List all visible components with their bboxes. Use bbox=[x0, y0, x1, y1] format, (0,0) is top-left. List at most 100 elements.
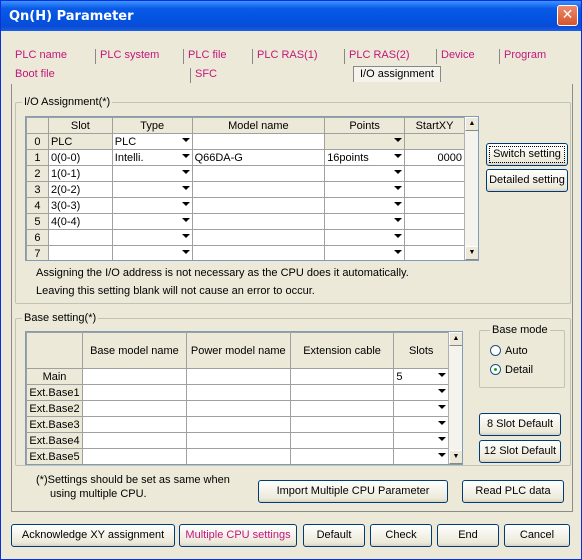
io-type-select[interactable]: PLC bbox=[111, 133, 193, 150]
table-row: Ext.Base2 bbox=[26, 400, 449, 417]
table-row: 0 PLC PLC bbox=[26, 133, 465, 150]
table-row: 7 bbox=[26, 245, 465, 260]
io-points-select[interactable] bbox=[324, 213, 406, 230]
multiple-cpu-settings-button[interactable]: Multiple CPU settings bbox=[179, 524, 297, 547]
io-col-slot: Slot bbox=[47, 117, 113, 134]
io-grid: Slot Type Model name Points StartXY 0 PL… bbox=[25, 116, 479, 261]
table-row: 5 4(0-4) bbox=[26, 213, 465, 230]
chevron-down-icon bbox=[394, 170, 403, 174]
chevron-down-icon bbox=[394, 234, 403, 238]
io-type-select[interactable] bbox=[111, 245, 193, 260]
parameter-window: Qn(H) Parameter ✕ PLC name PLC system PL… bbox=[0, 0, 582, 560]
io-points-select[interactable]: 16points bbox=[324, 149, 406, 166]
close-button[interactable]: ✕ bbox=[557, 5, 578, 26]
io-points-select[interactable] bbox=[324, 181, 406, 198]
chevron-down-icon bbox=[438, 437, 446, 441]
radio-on-icon bbox=[490, 364, 501, 375]
io-note-1: Assigning the I/O address is not necessa… bbox=[36, 267, 409, 279]
switch-setting-button[interactable]: Switch setting bbox=[486, 143, 568, 166]
8-slot-default-button[interactable]: 8 Slot Default bbox=[479, 413, 561, 436]
io-scrollbar[interactable]: ▲ ▼ bbox=[464, 117, 478, 260]
tab-plc-system[interactable]: PLC system bbox=[95, 49, 159, 64]
chevron-down-icon bbox=[394, 218, 403, 222]
base-slots-select[interactable] bbox=[393, 432, 449, 449]
cancel-button[interactable]: Cancel bbox=[504, 524, 570, 547]
table-row: Ext.Base4 bbox=[26, 432, 449, 449]
base-slots-select[interactable]: 5 bbox=[393, 368, 449, 385]
detailed-setting-button[interactable]: Detailed setting bbox=[486, 169, 568, 192]
base-mode-group: Base mode Auto Detail bbox=[479, 324, 565, 388]
table-row: Ext.Base3 bbox=[26, 416, 449, 433]
tab-boot-file[interactable]: Boot file bbox=[11, 68, 55, 83]
chevron-down-icon bbox=[181, 170, 190, 174]
chevron-down-icon bbox=[181, 218, 190, 222]
table-row: Main 5 bbox=[26, 368, 449, 385]
chevron-down-icon bbox=[394, 186, 403, 190]
io-col-type: Type bbox=[111, 117, 193, 134]
chevron-down-icon bbox=[181, 250, 190, 254]
base-setting-legend: Base setting(*) bbox=[22, 312, 99, 324]
radio-off-icon bbox=[490, 345, 501, 356]
scroll-up-icon[interactable]: ▲ bbox=[465, 117, 478, 131]
chevron-down-icon bbox=[181, 186, 190, 190]
io-points-select[interactable] bbox=[324, 229, 406, 246]
chevron-down-icon bbox=[438, 405, 446, 409]
tab-plc-ras1[interactable]: PLC RAS(1) bbox=[252, 49, 318, 64]
io-type-select[interactable] bbox=[111, 213, 193, 230]
chevron-down-icon bbox=[394, 138, 403, 142]
base-scrollbar[interactable]: ▲ ▼ bbox=[448, 332, 462, 464]
import-multiple-cpu-button[interactable]: Import Multiple CPU Parameter bbox=[258, 480, 448, 503]
12-slot-default-button[interactable]: 12 Slot Default bbox=[479, 440, 561, 463]
default-button[interactable]: Default bbox=[303, 524, 365, 547]
base-slots-select[interactable] bbox=[393, 400, 449, 417]
base-mode-auto-radio[interactable]: Auto bbox=[490, 345, 528, 357]
tab-plc-file[interactable]: PLC file bbox=[183, 49, 227, 64]
table-row: 1 0(0-0) Intelli. Q66DA-G 16points 0000 bbox=[26, 149, 465, 166]
base-slots-select[interactable] bbox=[393, 416, 449, 433]
scroll-up-icon[interactable]: ▲ bbox=[449, 332, 462, 346]
tab-io-assignment[interactable]: I/O assignment bbox=[353, 66, 441, 82]
io-points-select[interactable] bbox=[324, 165, 406, 182]
table-row: 3 2(0-2) bbox=[26, 181, 465, 198]
footnote-line-1: (*)Settings should be set as same when bbox=[36, 474, 230, 486]
io-points-select[interactable] bbox=[324, 245, 406, 260]
tab-plc-name[interactable]: PLC name bbox=[11, 49, 67, 64]
acknowledge-xy-button[interactable]: Acknowledge XY assignment bbox=[11, 524, 175, 547]
base-slots-select[interactable] bbox=[393, 448, 449, 464]
base-slots-select[interactable] bbox=[393, 384, 449, 401]
chevron-down-icon bbox=[181, 138, 190, 142]
io-type-select[interactable] bbox=[111, 165, 193, 182]
io-col-points: Points bbox=[324, 117, 406, 134]
io-note-2: Leaving this setting blank will not caus… bbox=[36, 285, 315, 297]
base-mode-detail-radio[interactable]: Detail bbox=[490, 364, 533, 376]
base-mode-legend: Base mode bbox=[490, 324, 550, 336]
io-points-select[interactable] bbox=[324, 197, 406, 214]
tab-sfc[interactable]: SFC bbox=[190, 68, 217, 83]
check-button[interactable]: Check bbox=[370, 524, 432, 547]
table-row: 4 3(0-3) bbox=[26, 197, 465, 214]
io-type-select[interactable] bbox=[111, 197, 193, 214]
io-table: Slot Type Model name Points StartXY 0 PL… bbox=[26, 117, 465, 260]
base-col-power: Power model name bbox=[185, 332, 291, 369]
base-setting-group: Base setting(*) Base model name Power mo… bbox=[15, 312, 571, 466]
scroll-down-icon[interactable]: ▼ bbox=[465, 246, 478, 260]
io-type-select[interactable] bbox=[111, 181, 193, 198]
tab-device[interactable]: Device bbox=[436, 49, 475, 64]
table-row: 2 1(0-1) bbox=[26, 165, 465, 182]
io-points-select[interactable] bbox=[324, 133, 406, 150]
chevron-down-icon bbox=[394, 154, 403, 158]
io-type-select[interactable]: Intelli. bbox=[111, 149, 193, 166]
chevron-down-icon bbox=[438, 373, 446, 377]
io-assignment-group: I/O Assignment(*) Slot Type Model name P… bbox=[15, 96, 571, 304]
tab-plc-ras2[interactable]: PLC RAS(2) bbox=[344, 49, 410, 64]
end-button[interactable]: End bbox=[437, 524, 499, 547]
io-type-select[interactable] bbox=[111, 229, 193, 246]
read-plc-data-button[interactable]: Read PLC data bbox=[462, 480, 564, 503]
io-col-model: Model name bbox=[191, 117, 326, 134]
tab-program[interactable]: Program bbox=[499, 49, 546, 64]
table-row: Ext.Base5 bbox=[26, 448, 449, 464]
chevron-down-icon bbox=[181, 154, 190, 158]
scroll-down-icon[interactable]: ▼ bbox=[449, 450, 462, 464]
chevron-down-icon bbox=[181, 202, 190, 206]
chevron-down-icon bbox=[438, 421, 446, 425]
